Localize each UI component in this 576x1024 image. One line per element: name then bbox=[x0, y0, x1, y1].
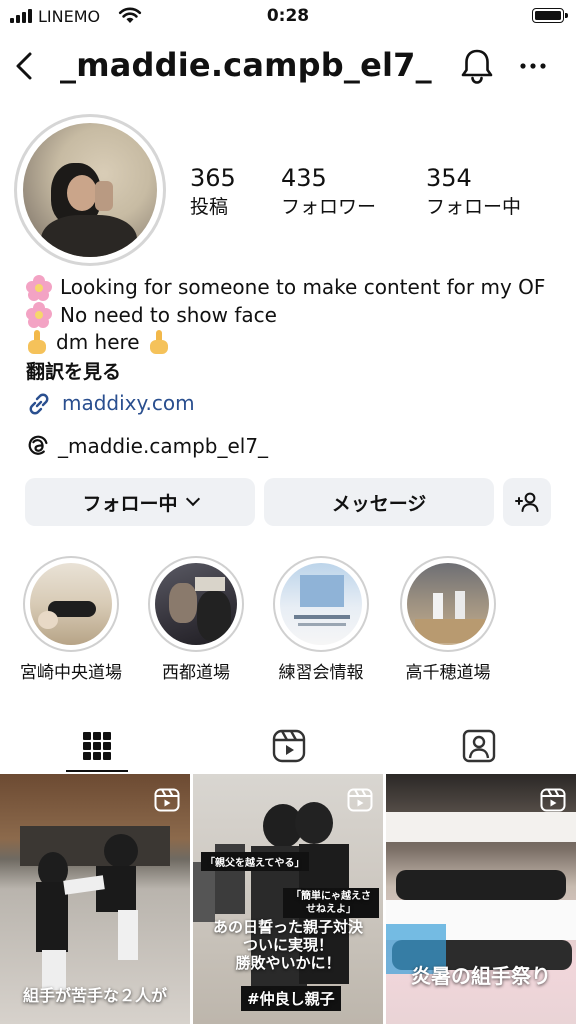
bio-text-3: dm here bbox=[56, 330, 140, 354]
tab-posts-grid[interactable] bbox=[66, 718, 128, 774]
reel-badge-icon bbox=[347, 788, 373, 812]
highlight-cover-1 bbox=[30, 563, 112, 645]
highlight-label-2: 西都道場 bbox=[162, 663, 230, 683]
see-translation-link[interactable]: 翻訳を見る bbox=[26, 359, 566, 387]
bio-text-2: No need to show face bbox=[60, 302, 277, 327]
followers-label: フォロワー bbox=[281, 196, 377, 218]
posts-label: 投稿 bbox=[190, 196, 229, 218]
more-options-icon[interactable] bbox=[518, 54, 548, 78]
profile-header: _maddie.campb_el7_ bbox=[0, 40, 576, 92]
grid-post-2[interactable]: 「親父を越えてやる」 「簡単にゃ越えさせねえよ」 あの日誓った親子対決 ついに実… bbox=[193, 774, 383, 1024]
grid-caption-1: 組手が苦手な２人が bbox=[22, 986, 167, 1005]
add-person-icon bbox=[515, 492, 539, 512]
grid-icon bbox=[83, 732, 111, 760]
bio-line-3: dm here bbox=[26, 329, 566, 357]
suggested-users-button[interactable] bbox=[503, 478, 551, 526]
followers-count: 435 bbox=[281, 164, 327, 192]
profile-bio: Looking for someone to make content for … bbox=[26, 274, 566, 418]
bio-line-2: No need to show face bbox=[26, 302, 566, 330]
bio-link-text: maddixy.com bbox=[62, 391, 195, 415]
grid-caption-3: 炎暑の組手祭り bbox=[411, 964, 551, 988]
status-bar: LINEMO 0:28 bbox=[0, 0, 576, 32]
pointing-down-icon bbox=[26, 329, 48, 356]
reel-badge-icon bbox=[540, 788, 566, 812]
threads-badge[interactable]: _maddie.campb_el7_ bbox=[26, 434, 268, 458]
bio-text-1: Looking for someone to make content for … bbox=[60, 275, 546, 299]
posts-grid: 組手が苦手な２人が 「親父を越えてやる」 「簡単にゃ越えさせねえよ」 あの日誓っ… bbox=[0, 774, 576, 1024]
highlight-label-4: 高千穂道場 bbox=[405, 663, 491, 683]
reels-icon bbox=[272, 729, 306, 763]
highlight-saito[interactable]: 西都道場 bbox=[131, 556, 261, 683]
cherry-blossom-icon bbox=[26, 302, 52, 329]
highlight-cover-2 bbox=[155, 563, 237, 645]
highlight-miyazaki-chuo[interactable]: 宮崎中央道場 bbox=[6, 556, 136, 683]
chevron-down-icon bbox=[185, 491, 200, 507]
profile-avatar[interactable] bbox=[14, 114, 166, 266]
grid-caption-2-quote-1: 「親父を越えてやる」 bbox=[201, 852, 309, 871]
grid-caption-2-main: あの日誓った親子対決 ついに実現！ 勝敗やいかに！ bbox=[212, 918, 363, 972]
cherry-blossom-icon bbox=[26, 274, 52, 301]
grid-post-3[interactable]: 炎暑の組手祭り bbox=[386, 774, 576, 1024]
following-label: フォロー中 bbox=[426, 196, 522, 218]
highlight-takachiho[interactable]: 高千穂道場 bbox=[383, 556, 513, 683]
tab-reels[interactable] bbox=[258, 718, 320, 774]
profile-username: _maddie.campb_el7_ bbox=[60, 46, 432, 84]
active-tab-indicator bbox=[66, 770, 128, 772]
grid-post-1[interactable]: 組手が苦手な２人が bbox=[0, 774, 190, 1024]
notification-bell-icon[interactable] bbox=[459, 47, 495, 85]
highlight-label-1: 宮崎中央道場 bbox=[20, 663, 122, 683]
following-button[interactable]: フォロー中 bbox=[25, 478, 255, 526]
highlight-cover-3 bbox=[280, 563, 362, 645]
highlight-label-3: 練習会情報 bbox=[278, 663, 364, 683]
following-button-label: フォロー中 bbox=[82, 492, 178, 515]
grid-caption-2-quote-2: 「簡単にゃ越えさせねえよ」 bbox=[283, 888, 379, 918]
message-button[interactable]: メッセージ bbox=[264, 478, 494, 526]
tab-tagged[interactable] bbox=[448, 718, 510, 774]
link-icon bbox=[29, 393, 49, 415]
message-button-label: メッセージ bbox=[331, 492, 427, 515]
clock: 0:28 bbox=[266, 6, 310, 26]
back-arrow-icon[interactable] bbox=[12, 50, 36, 82]
battery-icon bbox=[532, 8, 568, 23]
highlight-practice-info[interactable]: 練習会情報 bbox=[256, 556, 386, 683]
stat-followers[interactable]: 435 フォロワー bbox=[281, 164, 376, 220]
posts-count: 365 bbox=[190, 164, 236, 192]
pointing-down-icon bbox=[148, 329, 170, 356]
reel-badge-icon bbox=[154, 788, 180, 812]
bio-link[interactable]: maddixy.com bbox=[26, 390, 566, 418]
avatar-photo bbox=[23, 123, 157, 257]
threads-handle: _maddie.campb_el7_ bbox=[58, 434, 269, 458]
highlight-cover-4 bbox=[407, 563, 489, 645]
bio-line-1: Looking for someone to make content for … bbox=[26, 274, 566, 302]
grid-caption-2-tag: #仲良し親子 bbox=[241, 986, 341, 1011]
tagged-person-icon bbox=[462, 729, 496, 763]
stat-posts[interactable]: 365 投稿 bbox=[190, 164, 236, 220]
threads-icon bbox=[28, 435, 48, 455]
stat-following[interactable]: 354 フォロー中 bbox=[426, 164, 521, 220]
following-count: 354 bbox=[426, 164, 472, 192]
